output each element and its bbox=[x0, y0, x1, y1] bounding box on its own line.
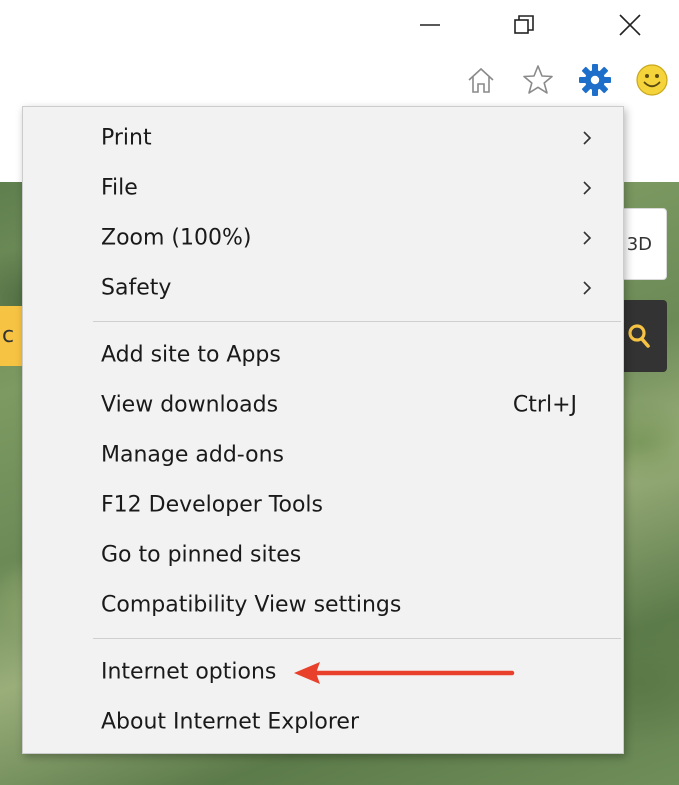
tools-menu: Print File Zoom (100%) Safety Add site t… bbox=[22, 106, 624, 754]
menu-item-zoom[interactable]: Zoom (100%) bbox=[23, 215, 623, 261]
page-side-tab-text: c bbox=[2, 323, 15, 348]
chevron-right-icon bbox=[579, 128, 595, 148]
command-bar bbox=[0, 52, 679, 110]
menu-item-shortcut: Ctrl+J bbox=[512, 392, 577, 418]
menu-item-compatibility-view-settings[interactable]: Compatibility View settings bbox=[23, 582, 623, 628]
menu-item-f12-developer-tools[interactable]: F12 Developer Tools bbox=[23, 482, 623, 528]
menu-item-print[interactable]: Print bbox=[23, 115, 623, 161]
home-button[interactable] bbox=[461, 60, 501, 100]
close-icon bbox=[619, 14, 641, 36]
menu-item-label: View downloads bbox=[101, 392, 279, 418]
menu-item-label: Internet options bbox=[101, 659, 277, 685]
menu-item-label: F12 Developer Tools bbox=[101, 492, 323, 518]
gear-icon bbox=[579, 64, 611, 96]
menu-item-label: About Internet Explorer bbox=[101, 709, 359, 735]
menu-item-view-downloads[interactable]: View downloads Ctrl+J bbox=[23, 382, 623, 428]
chevron-right-icon bbox=[579, 228, 595, 248]
menu-item-label: Print bbox=[101, 125, 152, 151]
menu-item-about-internet-explorer[interactable]: About Internet Explorer bbox=[23, 699, 623, 745]
search-icon bbox=[628, 324, 650, 348]
smiley-icon bbox=[636, 64, 668, 96]
menu-item-label: Safety bbox=[101, 275, 172, 301]
chevron-right-icon bbox=[579, 178, 595, 198]
menu-item-label: Add site to Apps bbox=[101, 342, 281, 368]
menu-item-file[interactable]: File bbox=[23, 165, 623, 211]
menu-item-label: Zoom (100%) bbox=[101, 225, 252, 251]
favorites-button[interactable] bbox=[518, 60, 558, 100]
browser-window: c 3D Print File Zoom (100%) Safety Add s… bbox=[0, 0, 679, 785]
home-icon bbox=[468, 67, 494, 93]
menu-separator bbox=[93, 321, 621, 322]
menu-item-manage-add-ons[interactable]: Manage add-ons bbox=[23, 432, 623, 478]
feedback-button[interactable] bbox=[632, 60, 672, 100]
tools-button[interactable] bbox=[575, 60, 615, 100]
title-bar bbox=[0, 0, 679, 52]
menu-item-label: File bbox=[101, 175, 138, 201]
restore-button[interactable] bbox=[496, 2, 552, 48]
star-icon bbox=[523, 65, 553, 94]
menu-item-label: Manage add-ons bbox=[101, 442, 285, 468]
restore-icon bbox=[514, 15, 534, 34]
menu-item-add-site-to-apps[interactable]: Add site to Apps bbox=[23, 332, 623, 378]
map-view-toggle-label: 3D bbox=[626, 233, 652, 255]
minimize-button[interactable] bbox=[402, 2, 458, 48]
minimize-icon bbox=[420, 24, 440, 26]
close-button[interactable] bbox=[602, 2, 658, 48]
menu-item-go-to-pinned-sites[interactable]: Go to pinned sites bbox=[23, 532, 623, 578]
menu-item-label: Go to pinned sites bbox=[101, 542, 302, 568]
menu-item-label: Compatibility View settings bbox=[101, 592, 402, 618]
menu-separator bbox=[93, 638, 621, 639]
chevron-right-icon bbox=[579, 278, 595, 298]
menu-item-safety[interactable]: Safety bbox=[23, 265, 623, 311]
annotation-arrow bbox=[294, 662, 515, 684]
